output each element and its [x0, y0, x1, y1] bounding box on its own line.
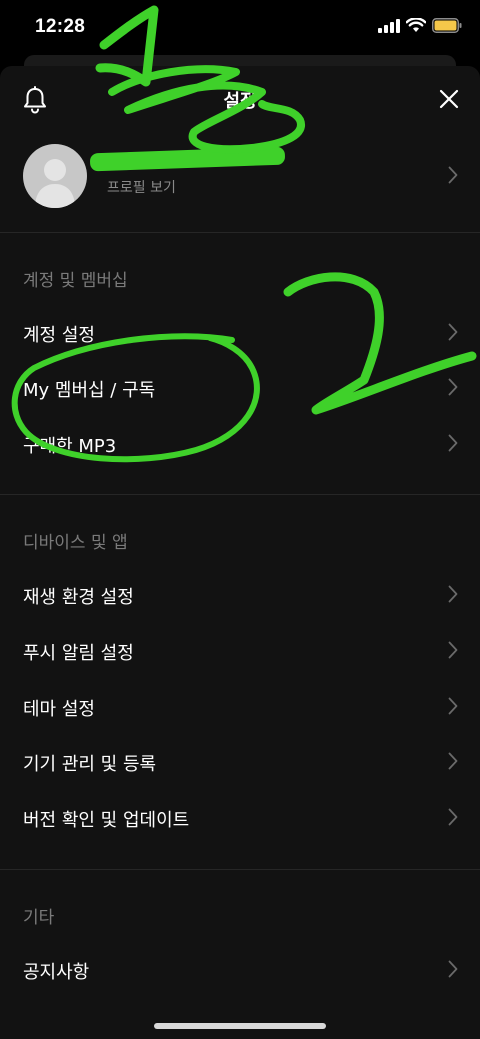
row-label: 기기 관리 및 등록: [23, 754, 157, 775]
signal-icon: [378, 18, 400, 33]
row-label: 재생 환경 설정: [23, 587, 134, 608]
battery-icon: [432, 18, 462, 33]
chevron-right-icon: [448, 808, 458, 830]
row-label: 구매한 MP3: [23, 436, 117, 457]
page-title: 설정: [223, 91, 257, 112]
chevron-right-icon: [448, 960, 458, 982]
row-theme-settings[interactable]: 테마 설정: [0, 683, 480, 731]
status-bar: 12:28: [0, 0, 480, 58]
section-header-other: 기타: [23, 908, 55, 928]
avatar: [23, 144, 87, 208]
section-header-devices: 디바이스 및 앱: [23, 533, 128, 553]
row-purchased-mp3[interactable]: 구매한 MP3: [0, 420, 480, 468]
row-label: 푸시 알림 설정: [23, 643, 134, 664]
row-label: 공지사항: [23, 962, 90, 983]
chevron-right-icon: [448, 752, 458, 774]
row-push-settings[interactable]: 푸시 알림 설정: [0, 627, 480, 675]
chevron-right-icon: [448, 697, 458, 719]
row-label: My 멤버십 / 구독: [23, 380, 156, 401]
settings-sheet: 설정 프로필 보기 계정 및 멤버십 계정 설정 My 멤버십 / 구독 구매한…: [0, 66, 480, 1039]
section-header-account: 계정 및 멤버십: [23, 271, 128, 291]
divider: [0, 494, 480, 495]
chevron-right-icon: [448, 378, 458, 400]
row-device-management[interactable]: 기기 관리 및 등록: [0, 738, 480, 786]
divider: [0, 232, 480, 233]
row-version-update[interactable]: 버전 확인 및 업데이트: [0, 794, 480, 842]
row-account-settings[interactable]: 계정 설정: [0, 309, 480, 357]
chevron-right-icon: [448, 434, 458, 456]
chevron-right-icon: [448, 323, 458, 345]
header: 설정: [0, 66, 480, 132]
chevron-right-icon: [448, 166, 458, 188]
close-icon[interactable]: [438, 88, 460, 114]
row-label: 버전 확인 및 업데이트: [23, 810, 190, 831]
home-indicator[interactable]: [154, 1023, 326, 1029]
status-icons: [378, 18, 462, 33]
profile-view-label: 프로필 보기: [107, 180, 176, 196]
wifi-icon: [406, 18, 426, 32]
chevron-right-icon: [448, 585, 458, 607]
row-label: 계정 설정: [23, 325, 95, 346]
status-time: 12:28: [35, 16, 86, 37]
row-membership[interactable]: My 멤버십 / 구독: [0, 364, 480, 412]
row-notices[interactable]: 공지사항: [0, 946, 480, 994]
profile-name-redacted: [89, 146, 286, 172]
profile-row[interactable]: 프로필 보기: [0, 142, 480, 214]
row-playback-settings[interactable]: 재생 환경 설정: [0, 571, 480, 619]
chevron-right-icon: [448, 641, 458, 663]
divider: [0, 869, 480, 870]
row-label: 테마 설정: [23, 699, 95, 720]
